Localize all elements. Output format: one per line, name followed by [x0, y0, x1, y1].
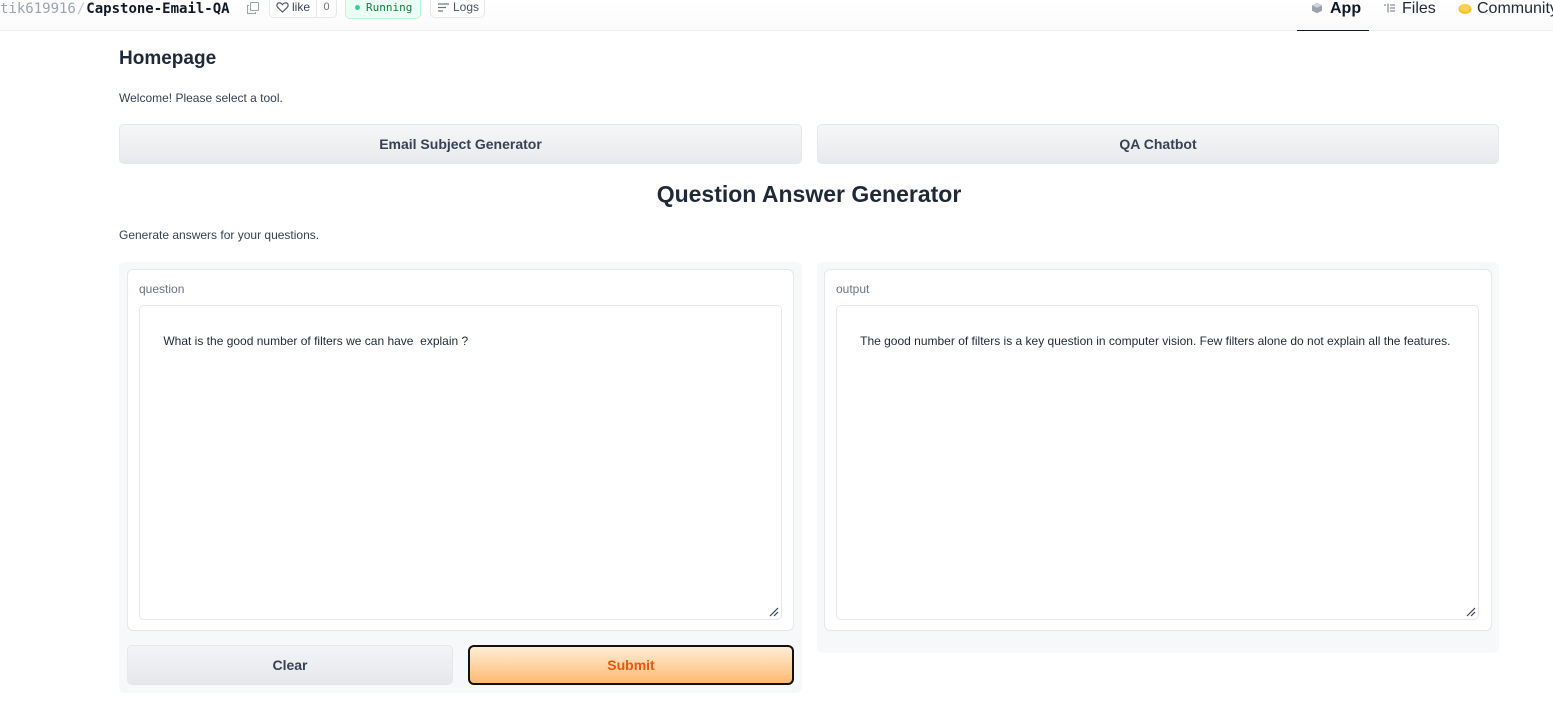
- clear-button[interactable]: Clear: [127, 645, 453, 685]
- repo-owner-link[interactable]: tik619916: [0, 1, 76, 17]
- status-badge: Running: [345, 0, 421, 19]
- top-bar: tik619916/Capstone-Email-QA like 0 Runni…: [0, 0, 1553, 31]
- logs-button[interactable]: Logs: [430, 0, 485, 18]
- qa-chatbot-button[interactable]: QA Chatbot: [817, 124, 1499, 164]
- qa-generator-title: Question Answer Generator: [656, 181, 962, 207]
- like-count: 0: [316, 0, 336, 17]
- community-icon: [1458, 4, 1472, 14]
- question-block: question What is the good number of filt…: [127, 269, 794, 631]
- repo-path: tik619916/Capstone-Email-QA: [0, 0, 230, 18]
- qa-description: Generate answers for your questions.: [119, 228, 320, 242]
- tab-app-label: App: [1330, 0, 1362, 17]
- heart-icon: [276, 1, 289, 13]
- like-button[interactable]: like 0: [269, 0, 337, 18]
- question-label: question: [139, 282, 185, 296]
- tab-app[interactable]: App: [1297, 0, 1369, 31]
- submit-button[interactable]: Submit: [468, 645, 794, 685]
- path-separator: /: [76, 1, 86, 17]
- tab-community-label: Community: [1477, 0, 1553, 17]
- logs-label: Logs: [453, 0, 480, 14]
- files-icon: [1384, 3, 1395, 13]
- status-dot-icon: [355, 5, 360, 10]
- welcome-text: Welcome! Please select a tool.: [119, 91, 283, 105]
- output-textarea[interactable]: The good number of filters is a key ques…: [836, 305, 1479, 620]
- tab-files-label: Files: [1402, 0, 1436, 17]
- logs-icon: [438, 3, 449, 12]
- resize-handle-icon[interactable]: [768, 606, 779, 617]
- space-name-link[interactable]: Capstone-Email-QA: [86, 1, 229, 17]
- tab-community[interactable]: Community: [1458, 0, 1553, 31]
- tab-files[interactable]: Files: [1383, 0, 1436, 31]
- copy-icon[interactable]: [247, 2, 259, 14]
- status-text: Running: [366, 1, 413, 14]
- like-label: like: [292, 0, 311, 14]
- homepage-title: Homepage: [119, 48, 217, 69]
- cube-icon: [1312, 2, 1322, 14]
- output-block: output The good number of filters is a k…: [824, 269, 1492, 631]
- resize-handle-icon[interactable]: [1465, 606, 1476, 617]
- question-text: What is the good number of filters we ca…: [163, 334, 469, 348]
- question-textarea[interactable]: What is the good number of filters we ca…: [139, 305, 782, 620]
- output-text: The good number of filters is a key ques…: [860, 334, 1451, 348]
- output-label: output: [836, 282, 870, 296]
- email-subject-generator-button[interactable]: Email Subject Generator: [119, 124, 802, 164]
